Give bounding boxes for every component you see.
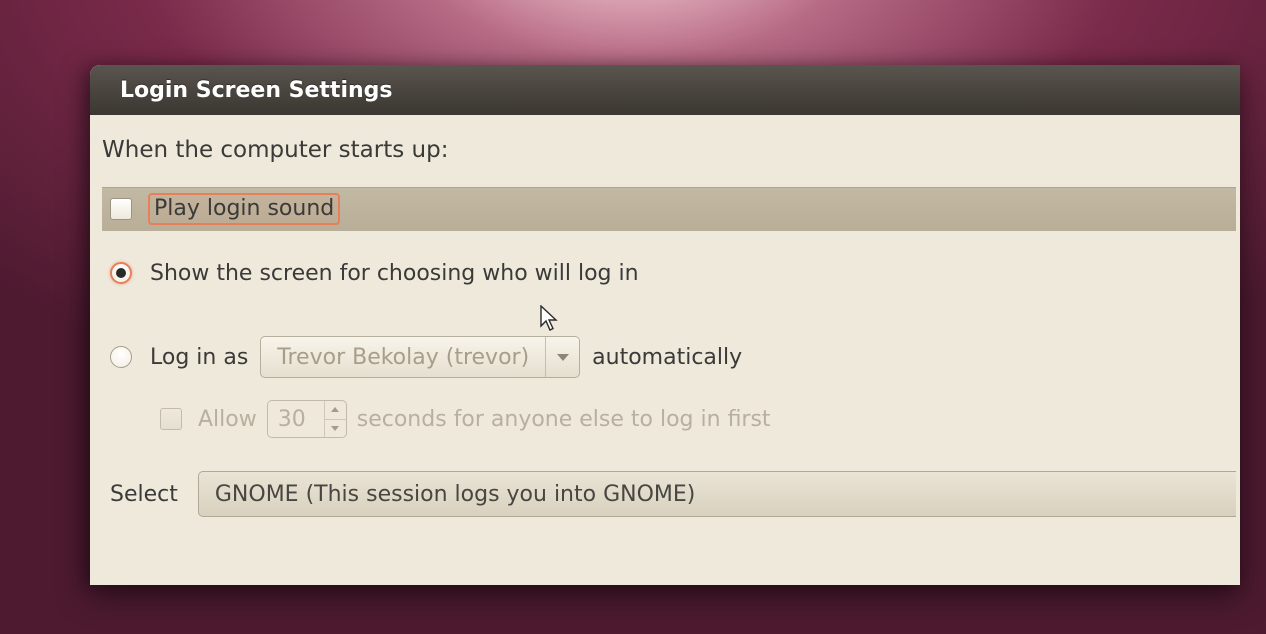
spinner-buttons (324, 401, 346, 437)
window-title: Login Screen Settings (120, 78, 393, 103)
show-chooser-row[interactable]: Show the screen for choosing who will lo… (102, 251, 1236, 295)
settings-window: Login Screen Settings When the computer … (90, 65, 1240, 585)
auto-login-suffix: automatically (592, 345, 742, 370)
allow-delay-suffix: seconds for anyone else to log in first (357, 407, 771, 432)
play-login-sound-checkbox[interactable] (110, 198, 132, 220)
spinner-up-icon (325, 401, 346, 420)
session-select-button[interactable]: GNOME (This session logs you into GNOME) (198, 471, 1236, 517)
play-login-sound-label: Play login sound (148, 193, 340, 226)
chevron-down-icon[interactable] (545, 337, 579, 377)
allow-delay-row: Allow 30 seconds for anyone else to log … (152, 397, 1236, 441)
session-select-row: Select GNOME (This session logs you into… (102, 471, 1236, 517)
auto-login-radio[interactable] (110, 346, 132, 368)
auto-login-user-value: Trevor Bekolay (trevor) (261, 345, 545, 370)
allow-delay-checkbox (160, 408, 182, 430)
allow-delay-prefix: Allow (198, 407, 257, 432)
session-select-value: GNOME (This session logs you into GNOME) (215, 482, 696, 507)
show-chooser-radio[interactable] (110, 262, 132, 284)
window-titlebar[interactable]: Login Screen Settings (90, 65, 1240, 115)
allow-delay-spinner: 30 (267, 400, 347, 438)
auto-login-row[interactable]: Log in as Trevor Bekolay (trevor) automa… (102, 335, 1236, 379)
auto-login-prefix: Log in as (150, 345, 248, 370)
play-login-sound-row[interactable]: Play login sound (102, 187, 1236, 231)
show-chooser-label: Show the screen for choosing who will lo… (150, 261, 639, 286)
section-heading: When the computer starts up: (102, 137, 1236, 163)
content-area: When the computer starts up: Play login … (90, 115, 1240, 517)
allow-delay-seconds: 30 (268, 401, 324, 437)
session-select-label: Select (110, 482, 178, 507)
auto-login-user-combo[interactable]: Trevor Bekolay (trevor) (260, 336, 580, 378)
spinner-down-icon (325, 420, 346, 438)
